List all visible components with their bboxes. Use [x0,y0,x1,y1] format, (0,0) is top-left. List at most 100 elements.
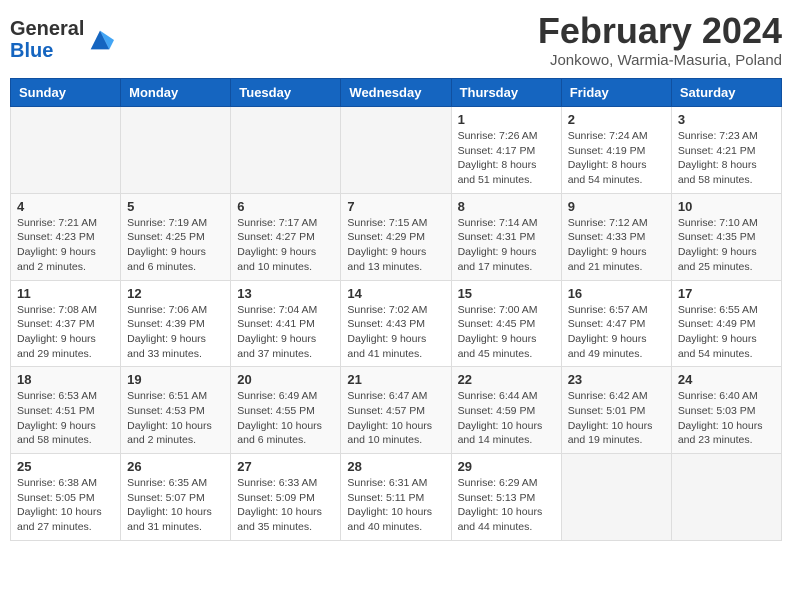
calendar-cell: 20Sunrise: 6:49 AMSunset: 4:55 PMDayligh… [231,367,341,454]
day-number: 29 [458,459,555,474]
calendar-cell: 5 Sunrise: 7:19 AMSunset: 4:25 PMDaylight… [121,193,231,280]
day-number: 5 [127,199,224,214]
calendar-cell: 14Sunrise: 7:02 AMSunset: 4:43 PMDayligh… [341,280,451,367]
calendar-cell: 15 Sunrise: 7:00 AMSunset: 4:45 PMDayligh… [451,280,561,367]
day-number: 28 [347,459,444,474]
day-info: Sunrise: 6:47 AMSunset: 4:57 PMDaylight:… [347,389,444,448]
day-number: 7 [347,199,444,214]
calendar-cell: 18 Sunrise: 6:53 AMSunset: 4:51 PMDayligh… [11,367,121,454]
calendar-week-row: 11 Sunrise: 7:08 AMSunset: 4:37 PMDayligh… [11,280,782,367]
day-number: 26 [127,459,224,474]
day-of-week-header: Monday [121,79,231,107]
calendar-cell: 24Sunrise: 6:40 AMSunset: 5:03 PMDayligh… [671,367,781,454]
day-info: Sunrise: 6:55 AMSunset: 4:49 PMDaylight:… [678,303,775,362]
day-info: Sunrise: 7:08 AMSunset: 4:37 PMDaylight:… [17,303,114,362]
day-info: Sunrise: 6:44 AMSunset: 4:59 PMDaylight:… [458,389,555,448]
calendar-cell [121,107,231,194]
logo: General Blue [10,10,114,70]
calendar-cell: 13 Sunrise: 7:04 AMSunset: 4:41 PMDayligh… [231,280,341,367]
calendar-cell: 3Sunrise: 7:23 AMSunset: 4:21 PMDaylight… [671,107,781,194]
day-info: Sunrise: 6:42 AMSunset: 5:01 PMDaylight:… [568,389,665,448]
calendar-week-row: 18 Sunrise: 6:53 AMSunset: 4:51 PMDayligh… [11,367,782,454]
month-year-title: February 2024 [538,10,782,52]
day-of-week-header: Friday [561,79,671,107]
calendar-cell: 6Sunrise: 7:17 AMSunset: 4:27 PMDaylight… [231,193,341,280]
day-number: 15 [458,286,555,301]
calendar-cell [561,454,671,541]
calendar-cell [231,107,341,194]
calendar-cell: 16 Sunrise: 6:57 AMSunset: 4:47 PMDayligh… [561,280,671,367]
day-info: Sunrise: 7:21 AMSunset: 4:23 PMDaylight:… [17,216,114,275]
calendar-cell: 28 Sunrise: 6:31 AMSunset: 5:11 PMDayligh… [341,454,451,541]
day-info: Sunrise: 7:12 AMSunset: 4:33 PMDaylight:… [568,216,665,275]
calendar-cell: 9Sunrise: 7:12 AMSunset: 4:33 PMDaylight… [561,193,671,280]
day-info: Sunrise: 6:33 AMSunset: 5:09 PMDaylight:… [237,476,334,535]
day-info: Sunrise: 7:14 AMSunset: 4:31 PMDaylight:… [458,216,555,275]
day-info: Sunrise: 6:31 AMSunset: 5:11 PMDaylight:… [347,476,444,535]
day-info: Sunrise: 7:17 AMSunset: 4:27 PMDaylight:… [237,216,334,275]
calendar-cell: 8Sunrise: 7:14 AMSunset: 4:31 PMDaylight… [451,193,561,280]
calendar-week-row: 1 Sunrise: 7:26 AMSunset: 4:17 PMDaylight… [11,107,782,194]
day-number: 1 [458,112,555,127]
logo-icon [86,26,114,54]
day-number: 27 [237,459,334,474]
calendar-cell: 27 Sunrise: 6:33 AMSunset: 5:09 PMDayligh… [231,454,341,541]
day-info: Sunrise: 6:38 AMSunset: 5:05 PMDaylight:… [17,476,114,535]
location-subtitle: Jonkowo, Warmia-Masuria, Poland [538,52,782,69]
day-info: Sunrise: 7:06 AMSunset: 4:39 PMDaylight:… [127,303,224,362]
day-of-week-header: Wednesday [341,79,451,107]
calendar-cell: 29 Sunrise: 6:29 AMSunset: 5:13 PMDayligh… [451,454,561,541]
day-info: Sunrise: 7:26 AMSunset: 4:17 PMDaylight:… [458,129,555,188]
calendar-cell: 10 Sunrise: 7:10 AMSunset: 4:35 PMDayligh… [671,193,781,280]
day-number: 2 [568,112,665,127]
day-of-week-header: Thursday [451,79,561,107]
day-info: Sunrise: 6:40 AMSunset: 5:03 PMDaylight:… [678,389,775,448]
day-of-week-header: Saturday [671,79,781,107]
calendar-week-row: 4 Sunrise: 7:21 AMSunset: 4:23 PMDaylight… [11,193,782,280]
day-number: 18 [17,372,114,387]
day-number: 17 [678,286,775,301]
day-number: 16 [568,286,665,301]
day-number: 4 [17,199,114,214]
day-info: Sunrise: 6:29 AMSunset: 5:13 PMDaylight:… [458,476,555,535]
day-number: 22 [458,372,555,387]
day-of-week-header: Sunday [11,79,121,107]
calendar-cell [671,454,781,541]
calendar-cell: 19 Sunrise: 6:51 AMSunset: 4:53 PMDayligh… [121,367,231,454]
day-info: Sunrise: 7:19 AMSunset: 4:25 PMDaylight:… [127,216,224,275]
day-of-week-header: Tuesday [231,79,341,107]
calendar-cell: 7Sunrise: 7:15 AMSunset: 4:29 PMDaylight… [341,193,451,280]
day-number: 25 [17,459,114,474]
day-number: 19 [127,372,224,387]
day-number: 23 [568,372,665,387]
calendar-cell: 23 Sunrise: 6:42 AMSunset: 5:01 PMDayligh… [561,367,671,454]
day-info: Sunrise: 7:10 AMSunset: 4:35 PMDaylight:… [678,216,775,275]
calendar-cell: 22 Sunrise: 6:44 AMSunset: 4:59 PMDayligh… [451,367,561,454]
day-number: 21 [347,372,444,387]
day-info: Sunrise: 6:57 AMSunset: 4:47 PMDaylight:… [568,303,665,362]
day-info: Sunrise: 7:00 AMSunset: 4:45 PMDaylight:… [458,303,555,362]
calendar-cell: 2 Sunrise: 7:24 AMSunset: 4:19 PMDaylight… [561,107,671,194]
calendar-cell: 12 Sunrise: 7:06 AMSunset: 4:39 PMDayligh… [121,280,231,367]
page-header: General Blue February 2024 Jonkowo, Warm… [10,10,782,70]
calendar-cell [341,107,451,194]
day-number: 13 [237,286,334,301]
logo-general: General [10,18,84,40]
day-info: Sunrise: 6:49 AMSunset: 4:55 PMDaylight:… [237,389,334,448]
day-info: Sunrise: 7:24 AMSunset: 4:19 PMDaylight:… [568,129,665,188]
calendar-table: SundayMondayTuesdayWednesdayThursdayFrid… [10,78,782,541]
day-number: 3 [678,112,775,127]
title-block: February 2024 Jonkowo, Warmia-Masuria, P… [538,10,782,69]
day-number: 14 [347,286,444,301]
day-info: Sunrise: 6:51 AMSunset: 4:53 PMDaylight:… [127,389,224,448]
calendar-cell [11,107,121,194]
day-number: 10 [678,199,775,214]
day-info: Sunrise: 7:04 AMSunset: 4:41 PMDaylight:… [237,303,334,362]
day-number: 11 [17,286,114,301]
day-info: Sunrise: 6:35 AMSunset: 5:07 PMDaylight:… [127,476,224,535]
logo-blue: Blue [10,40,53,62]
day-number: 12 [127,286,224,301]
calendar-week-row: 25 Sunrise: 6:38 AMSunset: 5:05 PMDayligh… [11,454,782,541]
day-info: Sunrise: 6:53 AMSunset: 4:51 PMDaylight:… [17,389,114,448]
calendar-header-row: SundayMondayTuesdayWednesdayThursdayFrid… [11,79,782,107]
